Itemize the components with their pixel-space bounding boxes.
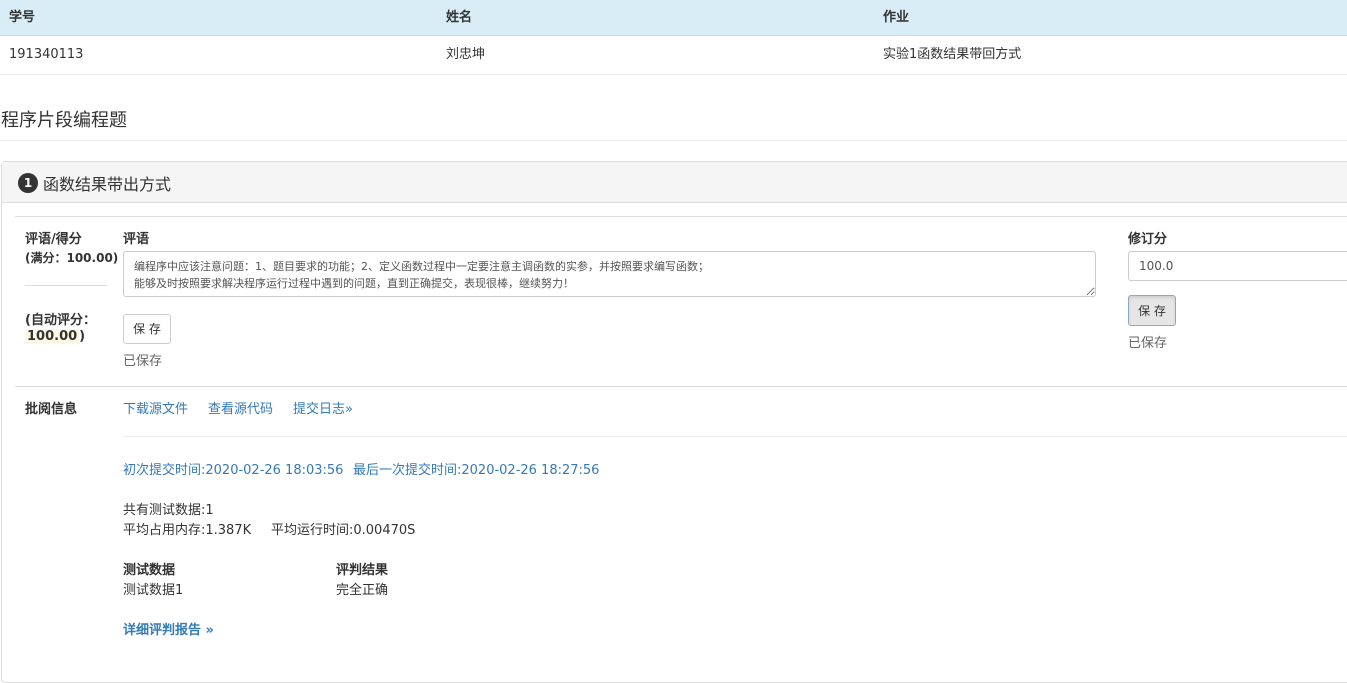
comment-saved-status: 已保存	[123, 354, 163, 369]
revise-score-input[interactable]: 100.0	[1128, 251, 1347, 281]
comment-line-2: 能够及时按照要求解决程序运行过程中遇到的问题，直到正确提交，表现很棒，继续努力！	[134, 277, 574, 290]
test-data-header: 测试数据	[123, 563, 176, 578]
comment-textarea[interactable]: 编程序中应该注意问题：1、题目要求的功能；2、定义函数过程中一定要注意主调函数的…	[123, 251, 1096, 297]
test-data-name: 测试数据1	[123, 583, 184, 598]
full-score-label: (满分：100.00)	[25, 251, 119, 265]
save-revise-score-button[interactable]: 保 存	[1128, 295, 1176, 326]
auto-score-close: )	[79, 329, 86, 344]
test-count: 共有测试数据:1	[123, 503, 214, 518]
last-submit-time: 最后一次提交时间:2020-02-26 18:27:56	[353, 463, 600, 478]
auto-score-label: (自动评分：	[25, 313, 96, 328]
divider	[25, 285, 107, 286]
problem-title: 函数结果带出方式	[43, 175, 172, 194]
download-source-link[interactable]: 下载源文件	[123, 398, 188, 417]
problem-heading: 1 函数结果带出方式	[2, 162, 1347, 203]
problem-number-badge: 1	[18, 173, 38, 193]
review-info-label: 批阅信息	[25, 402, 78, 417]
assignment-name: 实验1函数结果带回方式	[883, 47, 1022, 62]
divider	[15, 216, 1347, 217]
test-data-result: 完全正确	[336, 583, 389, 598]
divider	[0, 140, 1347, 141]
header-assignment: 作业	[883, 10, 910, 25]
comment-line-1: 编程序中应该注意问题：1、题目要求的功能；2、定义函数过程中一定要注意主调函数的…	[134, 260, 709, 273]
auto-score-value: 100.00	[25, 329, 80, 344]
student-table-header: 学号 姓名 作业	[0, 0, 1347, 36]
student-table: 学号 姓名 作业 191340113 刘忠坤 实验1函数结果带回方式	[0, 0, 1347, 75]
revise-score-label: 修订分	[1128, 232, 1168, 247]
divider	[123, 436, 1347, 437]
detail-report-link[interactable]: 详细评判报告 »	[123, 619, 214, 638]
student-name: 刘忠坤	[446, 47, 486, 62]
revise-saved-status: 已保存	[1128, 336, 1168, 351]
view-source-link[interactable]: 查看源代码	[208, 398, 273, 417]
table-row: 191340113 刘忠坤 实验1函数结果带回方式	[0, 36, 1347, 75]
first-submit-time: 初次提交时间:2020-02-26 18:03:56	[123, 463, 344, 478]
test-result-header: 评判结果	[336, 563, 389, 578]
comment-label: 评语	[123, 232, 150, 247]
header-name: 姓名	[446, 10, 473, 25]
submit-log-link[interactable]: 提交日志»	[293, 398, 353, 417]
save-comment-button[interactable]: 保 存	[123, 314, 171, 344]
student-id: 191340113	[9, 47, 84, 62]
score-label: 评语/得分	[25, 232, 82, 247]
auto-score: 100.00)	[25, 329, 85, 344]
header-student-id: 学号	[9, 10, 36, 25]
divider	[15, 386, 1347, 387]
section-title: 程序片段编程题	[1, 110, 127, 131]
avg-run-time: 平均运行时间:0.00470S	[271, 523, 416, 538]
avg-memory: 平均占用内存:1.387K	[123, 523, 252, 538]
